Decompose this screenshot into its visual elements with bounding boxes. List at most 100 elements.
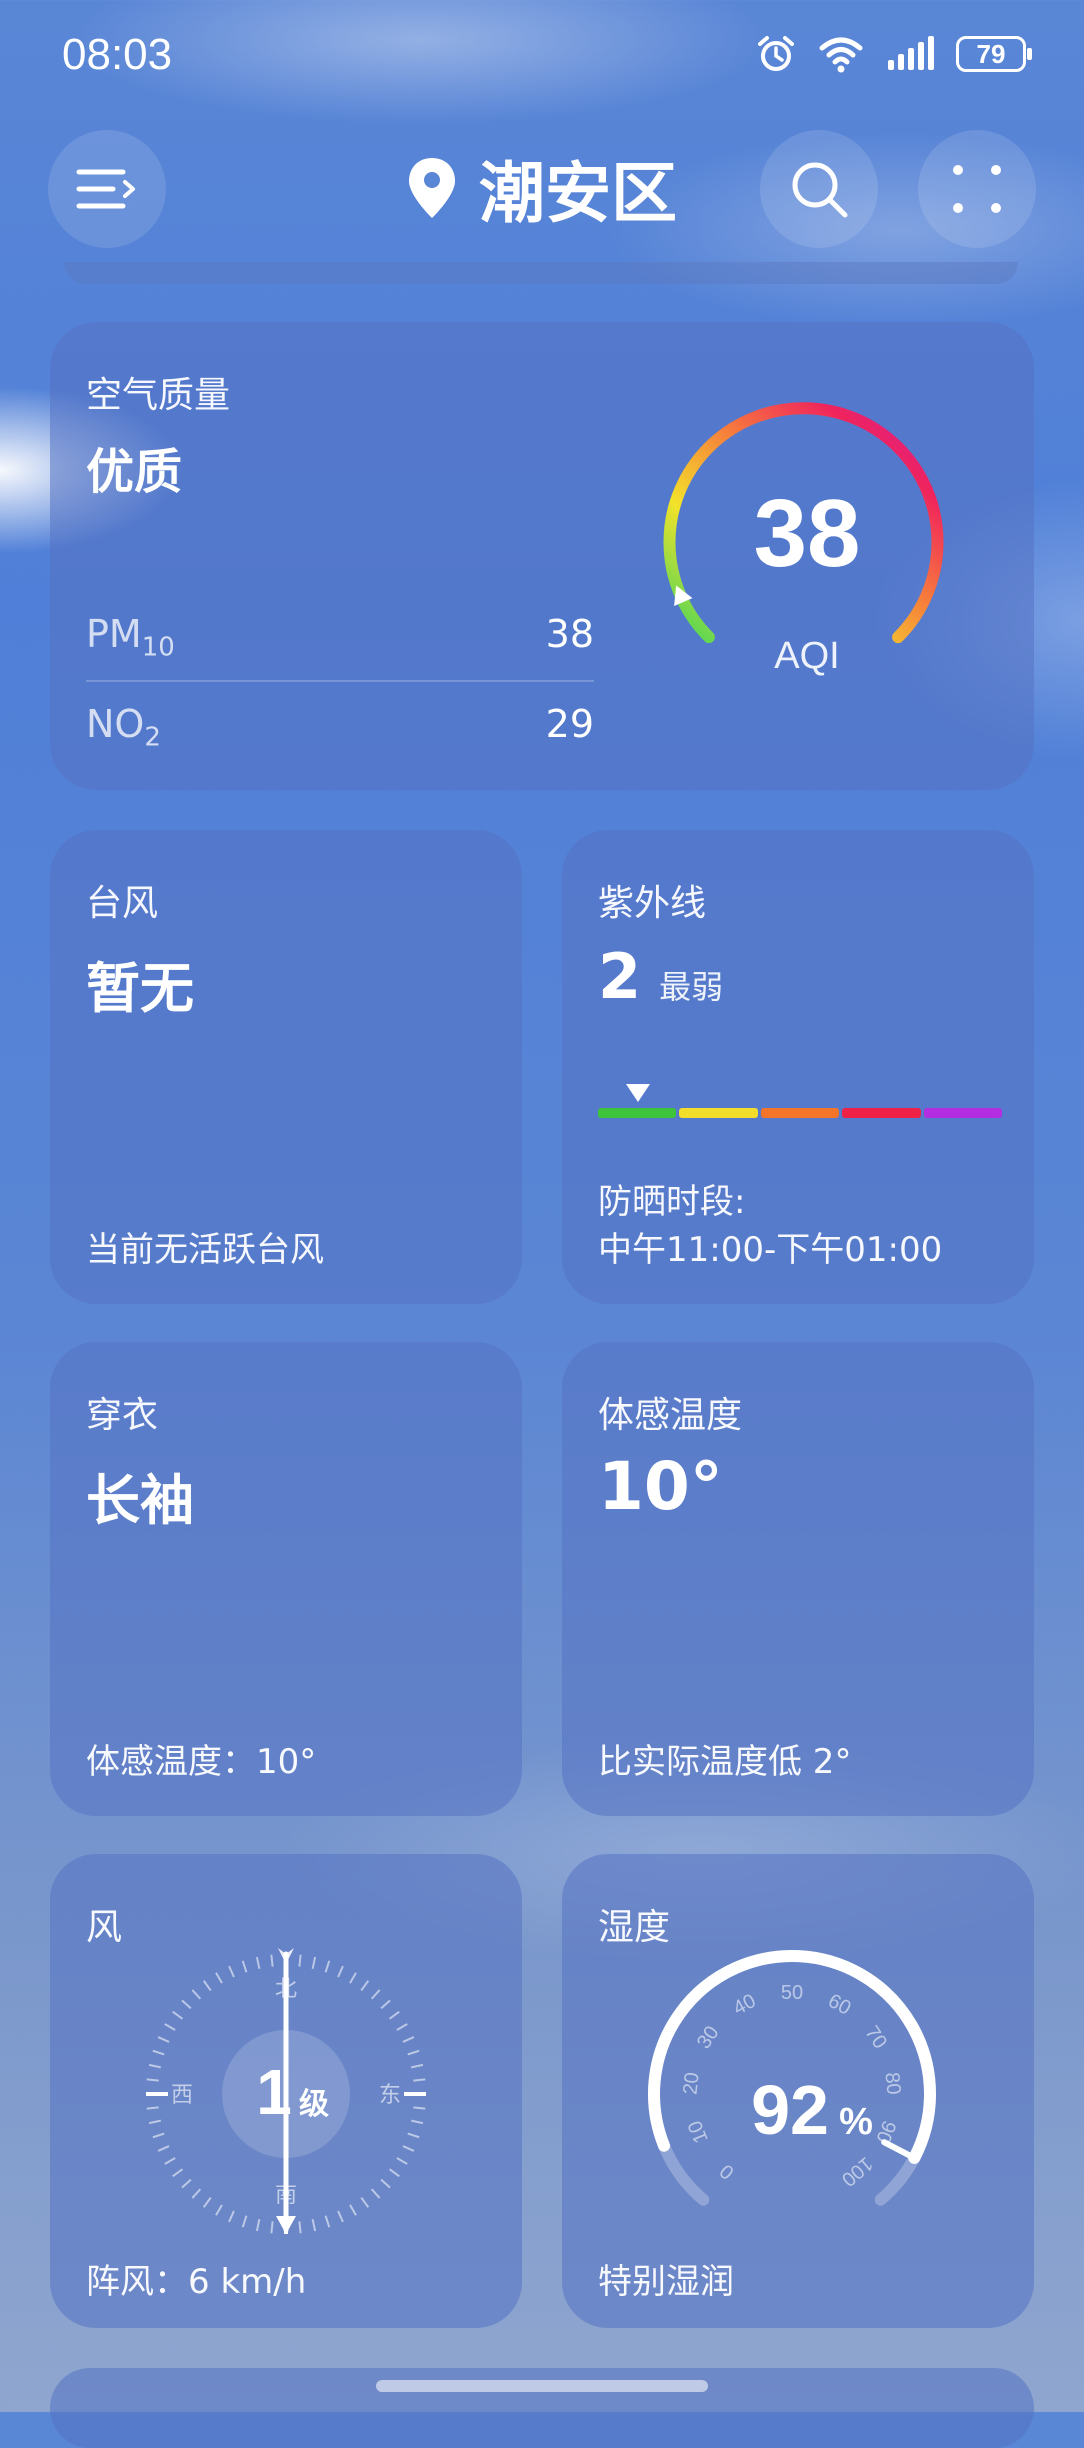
- pm10-sub: 10: [141, 632, 175, 663]
- humidity-tick-label: 100: [837, 2152, 877, 2190]
- wind-level-number: 1: [256, 2056, 292, 2128]
- humidity-tick-label: 50: [781, 1982, 803, 2004]
- typhoon-footer: 当前无活跃台风: [86, 1230, 324, 1270]
- wind-tick: [152, 2132, 165, 2139]
- clothing-title: 穿衣: [86, 1395, 159, 1436]
- aqi-value: 38: [754, 480, 861, 587]
- humidity-tick-label: 30: [693, 2022, 724, 2053]
- humidity-tick-label: 0: [716, 2159, 739, 2183]
- wind-tick: [241, 1960, 248, 1973]
- aq-row-no2: NO2 29: [86, 702, 594, 753]
- pm10-label: PM: [86, 612, 142, 656]
- wind-tick: [191, 1989, 202, 2000]
- humidity-unit: %: [839, 2101, 873, 2143]
- wind-tick: [311, 1956, 317, 1970]
- wind-tick: [349, 1972, 357, 1984]
- uv-scale-segment: [679, 1108, 758, 1118]
- feels-like-value: 10°: [598, 1448, 723, 1525]
- uv-scale-segment: [842, 1108, 921, 1118]
- wind-tick: [402, 2036, 415, 2043]
- typhoon-card[interactable]: 台风 暂无 当前无活跃台风: [50, 830, 522, 1304]
- air-quality-level: 优质: [86, 444, 183, 500]
- wind-tick: [298, 1954, 302, 1967]
- search-button[interactable]: [760, 130, 878, 248]
- uv-scale: [598, 1108, 1003, 1118]
- humidity-tick-label: 20: [679, 2071, 703, 2095]
- uv-scale-segment: [923, 1108, 1003, 1118]
- wind-tick: [181, 1999, 192, 2010]
- feels-like-footer: 比实际温度低 2°: [598, 1742, 852, 1782]
- wind-tick: [298, 2221, 302, 2234]
- wind-tick: [396, 2157, 408, 2165]
- wind-north: 北: [275, 1977, 297, 2002]
- wind-tick: [388, 2168, 400, 2178]
- uv-title: 紫外线: [598, 883, 707, 924]
- wind-tick: [172, 2010, 184, 2020]
- wind-tick: [191, 2188, 202, 2199]
- wind-tick: [270, 1954, 274, 1967]
- wind-tick: [228, 1965, 235, 1978]
- wind-tick: [255, 2218, 261, 2232]
- wind-tick: [407, 2049, 420, 2056]
- air-quality-card[interactable]: 空气质量 优质 PM10 38 NO2 29 38 AQI: [50, 322, 1034, 790]
- humidity-gauge: 010 20 3040 50 6070 80 90 100 92 %: [648, 1950, 936, 2206]
- wind-tick: [148, 2063, 162, 2069]
- wind-title: 风: [86, 1907, 123, 1948]
- clothing-card[interactable]: 穿衣 长袖 体感温度：10°: [50, 1342, 522, 1816]
- humidity-tick-label: 10: [684, 2117, 713, 2146]
- air-quality-title: 空气质量: [86, 375, 231, 416]
- feels-like-card[interactable]: 体感温度 10° 比实际温度低 2°: [562, 1342, 1034, 1816]
- humidity-card[interactable]: 湿度 0 10 20 30 40 50 60 70 80 90 100 92 % 特别湿润: [562, 1854, 1034, 2328]
- humidity-tick-label: 90: [871, 2117, 900, 2146]
- wind-east: 东: [379, 2083, 401, 2108]
- pm10-value: 38: [545, 612, 594, 656]
- wind-south: 南: [275, 2183, 297, 2208]
- alarm-icon: [758, 36, 794, 71]
- no2-label: NO: [86, 702, 145, 746]
- typhoon-value: 暂无: [86, 957, 194, 1020]
- wind-tick: [360, 2196, 370, 2208]
- signal-icon: [888, 36, 934, 70]
- location-pin-icon: [409, 158, 455, 218]
- uv-footer-label: 防晒时段:: [598, 1182, 746, 1222]
- wind-tick: [172, 2168, 184, 2178]
- wind-card[interactable]: 风 北 南 西 东 1 级 阵风：6 km/h: [50, 1854, 522, 2328]
- wind-tick: [146, 2078, 159, 2082]
- status-bar: 08:03 79: [0, 0, 1084, 110]
- aq-row-pm10: PM10 38: [86, 612, 594, 663]
- city-name: 潮安区: [479, 155, 677, 232]
- more-icon: [953, 165, 1001, 213]
- home-indicator[interactable]: [376, 2380, 708, 2392]
- no2-sub: 2: [144, 722, 161, 753]
- humidity-footer: 特别湿润: [598, 2262, 734, 2302]
- wind-tick: [396, 2023, 408, 2031]
- humidity-title: 湿度: [598, 1907, 671, 1948]
- wind-tick: [215, 2204, 223, 2216]
- uv-value: 2: [598, 940, 642, 1013]
- aqi-label: AQI: [774, 635, 839, 677]
- wind-tick: [228, 2210, 235, 2223]
- wind-tick: [146, 2106, 159, 2110]
- uv-card[interactable]: 紫外线 2 最弱 防晒时段: 中午11:00-下午01:00: [562, 830, 1034, 1304]
- wind-tick: [337, 2210, 344, 2223]
- no2-value: 29: [545, 702, 594, 746]
- wind-tick: [215, 1972, 223, 1984]
- wind-tick: [410, 2063, 424, 2069]
- wind-west: 西: [171, 2083, 193, 2108]
- more-button[interactable]: [918, 130, 1036, 248]
- aqi-gauge: 38 AQI: [663, 402, 944, 677]
- wind-tick: [157, 2145, 170, 2152]
- humidity-tick-label: 70: [860, 2022, 891, 2053]
- wind-tick: [413, 2078, 426, 2082]
- feels-like-title: 体感温度: [598, 1395, 743, 1436]
- humidity-tick-label: 80: [880, 2071, 904, 2095]
- status-time: 08:03: [62, 30, 173, 79]
- wind-tick: [349, 2204, 357, 2216]
- wind-footer: 阵风：6 km/h: [86, 2262, 307, 2302]
- wind-tick: [152, 2049, 165, 2056]
- clothing-value: 长袖: [86, 1469, 194, 1532]
- wind-tick: [370, 2188, 381, 2199]
- wind-tick: [202, 1980, 212, 1992]
- clothing-footer: 体感温度：10°: [86, 1742, 317, 1782]
- wind-tick: [413, 2106, 426, 2110]
